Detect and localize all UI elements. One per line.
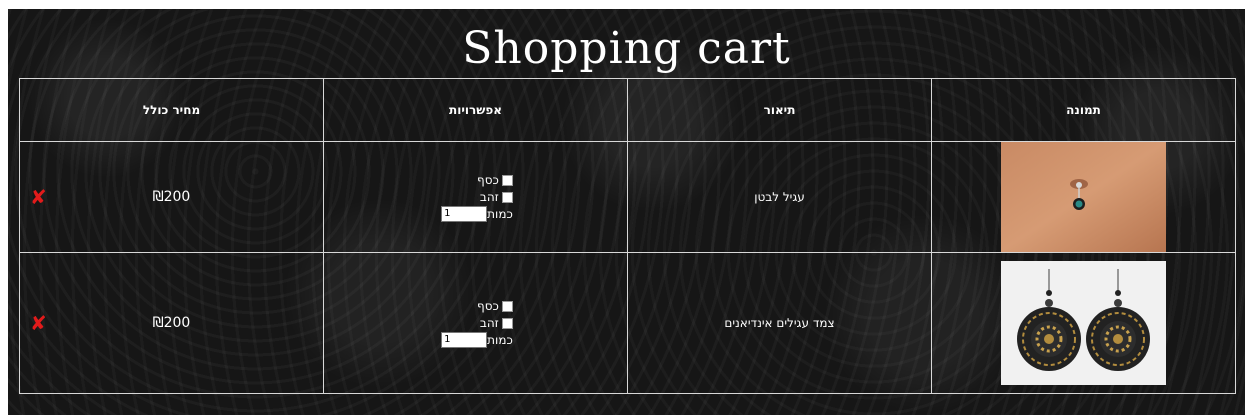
image-cell — [931, 141, 1236, 253]
options-group: כסף זהב כמות1 — [438, 298, 513, 349]
gold-label: זהב — [479, 189, 499, 204]
quantity-label: כמות — [487, 206, 513, 221]
quantity-input[interactable]: 1 — [441, 206, 488, 222]
header-image: תמונה — [931, 78, 1236, 142]
silver-checkbox[interactable] — [501, 300, 513, 312]
price-cell: ₪200 ✘ — [19, 252, 324, 394]
item-price: ₪200 — [152, 315, 191, 331]
option-quantity: כמות1 — [438, 206, 513, 223]
option-gold[interactable]: זהב — [438, 315, 513, 332]
option-silver[interactable]: כסף — [438, 298, 513, 315]
page-title: Shopping cart — [462, 23, 791, 74]
quantity-input[interactable]: 1 — [441, 332, 488, 348]
silver-checkbox[interactable] — [501, 174, 513, 186]
silver-label: כסף — [477, 172, 499, 187]
earrings-image[interactable] — [1001, 261, 1166, 385]
options-group: כסף זהב כמות1 — [438, 172, 513, 223]
description-cell: צמד עגילים אינדיאנים — [627, 252, 932, 394]
header-description: תיאור — [627, 78, 932, 142]
belly-ring-image[interactable] — [1001, 142, 1166, 252]
page-background: Shopping cart תמונה תיאור אפשרויות מחיר … — [8, 9, 1245, 415]
options-cell: כסף זהב כמות1 — [323, 141, 628, 253]
gold-checkbox[interactable] — [501, 317, 513, 329]
remove-item-icon[interactable]: ✘ — [30, 186, 47, 208]
option-quantity: כמות1 — [438, 332, 513, 349]
silver-label: כסף — [477, 298, 499, 313]
header-options: אפשרויות — [323, 78, 628, 142]
table-row: עגיל לבטן כסף זהב כמות1 ₪200 ✘ — [19, 141, 1236, 253]
remove-item-icon[interactable]: ✘ — [30, 312, 47, 334]
header-row: תמונה תיאור אפשרויות מחיר כולל — [19, 78, 1236, 142]
quantity-label: כמות — [487, 332, 513, 347]
table-row: צמד עגילים אינדיאנים כסף זהב כמות1 ₪200 … — [19, 252, 1236, 394]
image-cell — [931, 252, 1236, 394]
description-cell: עגיל לבטן — [627, 141, 932, 253]
option-silver[interactable]: כסף — [438, 172, 513, 189]
cart-table: תמונה תיאור אפשרויות מחיר כולל עגיל לבטן… — [19, 78, 1236, 394]
price-cell: ₪200 ✘ — [19, 141, 324, 253]
options-cell: כסף זהב כמות1 — [323, 252, 628, 394]
header-total-price: מחיר כולל — [19, 78, 324, 142]
option-gold[interactable]: זהב — [438, 189, 513, 206]
gold-checkbox[interactable] — [501, 191, 513, 203]
item-price: ₪200 — [152, 189, 191, 205]
gold-label: זהב — [479, 315, 499, 330]
